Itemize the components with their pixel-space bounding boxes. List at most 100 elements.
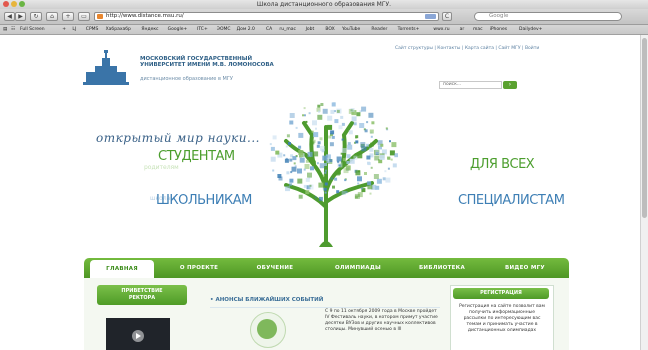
tree-leaf-square <box>364 172 367 175</box>
tree-leaf-square <box>353 122 357 126</box>
nav-item-o-proekte[interactable]: О ПРОЕКТЕ <box>162 258 236 278</box>
tree-leaf-square <box>369 147 374 152</box>
bookmark-item[interactable]: wwx.ru <box>433 25 449 34</box>
tree-leaf-square <box>382 177 386 181</box>
tree-leaf-square <box>370 142 374 147</box>
nav-item-biblioteka[interactable]: БИБЛИОТЕКА <box>402 258 482 278</box>
site-subtitle: дистанционное образование в МГУ <box>140 76 233 82</box>
tree-leaf-square <box>322 174 325 177</box>
tree-leaf-square <box>329 142 334 147</box>
tree-leaf-square <box>357 153 363 159</box>
tree-leaf-square <box>312 160 316 165</box>
link-specialistam[interactable]: СПЕЦИАЛИСТАМ <box>458 193 565 208</box>
bookmark-item[interactable]: СА <box>266 25 272 34</box>
back-button[interactable]: ◀ <box>4 12 15 21</box>
announcements-title[interactable]: • АНОНСЫ БЛИЖАЙШИХ СОБЫТИЙ <box>210 297 323 303</box>
link-studentam[interactable]: СТУДЕНТАМ <box>158 149 235 164</box>
nav-item-obuchenie[interactable]: ОБУЧЕНИЕ <box>240 258 310 278</box>
bookmark-item[interactable]: mac <box>473 25 483 34</box>
tree-leaf-square <box>341 138 344 141</box>
tree-leaf-square <box>342 158 346 162</box>
bookmark-item[interactable]: Яндекс <box>141 25 158 34</box>
msu-logo[interactable] <box>83 49 135 89</box>
address-text: http://www.distance.msu.ru/ <box>106 13 184 19</box>
reload-button[interactable]: ↻ <box>30 12 42 21</box>
tree-leaf-square <box>370 135 373 138</box>
bookmark-item[interactable]: CPMS <box>86 25 99 34</box>
tree-leaf-square <box>336 109 340 113</box>
nav-item-video-mgu[interactable]: ВИДЕО МГУ <box>486 258 564 278</box>
bookmark-item[interactable]: Jobt <box>306 25 315 34</box>
rector-video[interactable] <box>106 318 170 350</box>
bookmark-item[interactable]: YouTube <box>342 25 360 34</box>
show-all-bookmarks-icon[interactable]: ▤ <box>3 25 7 34</box>
tree-leaf-square <box>289 178 294 183</box>
bookmark-item[interactable]: ITC+ <box>197 25 208 34</box>
forward-button[interactable]: ▶ <box>15 12 26 21</box>
bookmark-item[interactable]: Хабрахабр <box>106 25 131 34</box>
rector-greeting-header[interactable]: ПРИВЕТСТВИЕ РЕКТОРА <box>97 285 187 305</box>
tree-leaf-square <box>332 185 335 189</box>
tree-leaf-square <box>305 190 310 195</box>
top-sites-icon[interactable]: ☷ <box>11 25 15 34</box>
scrollbar-thumb[interactable] <box>642 38 647 218</box>
bookmark-item[interactable]: BOX <box>325 25 334 34</box>
site-search-button[interactable]: › <box>503 81 517 89</box>
tree-leaf-square <box>364 147 367 150</box>
home-button[interactable]: ⌂ <box>46 12 58 21</box>
tree-leaf-square <box>348 130 353 135</box>
bookmark-item[interactable]: LJ <box>72 25 76 34</box>
tree-leaf-square <box>343 168 349 174</box>
link-dlya-vseh[interactable]: ДЛЯ ВСЕХ <box>470 157 535 172</box>
tree-leaf-square <box>303 184 307 188</box>
bookmarks-bar: ▤ ☷ Full Screen + LJ CPMS Хабрахабр Яндекс Goo… <box>0 25 648 35</box>
rss-icon[interactable] <box>425 14 436 19</box>
site-search-input[interactable]: поиск... <box>439 81 502 89</box>
web-page: Сайт структуры | Контакты | Карта сайта … <box>0 35 648 350</box>
address-bar[interactable]: http://www.distance.msu.ru/ <box>94 12 439 21</box>
bookmark-item[interactable]: Reader <box>371 25 387 34</box>
bookmark-item[interactable]: ar <box>460 25 465 34</box>
top-links[interactable]: Сайт структуры | Контакты | Карта сайта … <box>395 46 539 51</box>
nav-item-olimpiady[interactable]: ОЛИМПИАДЫ <box>318 258 398 278</box>
bookmark-item[interactable]: + <box>62 25 66 34</box>
tree-leaf-square <box>350 108 355 112</box>
bookmark-item[interactable]: Full Screen <box>20 25 45 34</box>
bookmark-item[interactable]: Дом 2.0 <box>237 25 255 34</box>
title-bar: Школа дистанционного образования МГУ. <box>0 0 648 9</box>
bookmark-item[interactable]: Dailydev+ <box>519 25 542 34</box>
registration-text: Регистрация на сайте позволит вам получи… <box>459 304 545 333</box>
tree-leaf-square <box>369 192 372 195</box>
tree-leaf-square <box>338 125 343 130</box>
tab-view-button[interactable]: ▭ <box>78 12 90 21</box>
search-input[interactable]: Google <box>474 12 622 21</box>
bookmark-item[interactable]: iPhones <box>490 25 508 34</box>
tree-leaf-square <box>303 168 306 171</box>
tree-leaf-square <box>361 106 367 112</box>
add-bookmark-button[interactable]: + <box>62 12 74 21</box>
play-icon[interactable] <box>132 330 144 342</box>
tree-leaf-square <box>370 166 373 169</box>
tree-leaf-square <box>298 145 302 149</box>
reload-page-button[interactable]: C <box>442 12 452 21</box>
tree-leaf-square <box>285 157 288 160</box>
slogan: открытый мир науки... <box>96 131 260 145</box>
tree-leaf-square <box>324 171 327 174</box>
bookmark-item[interactable]: ЭОМС <box>217 25 231 34</box>
tree-leaf-square <box>304 164 310 169</box>
tree-leaf-square <box>322 155 328 161</box>
tree-leaf-square <box>313 132 319 138</box>
tree-leaf-square <box>355 135 359 139</box>
link-shkolnikam[interactable]: ШКОЛЬНИКАМ <box>156 193 252 208</box>
tree-leaf-square <box>340 115 344 119</box>
browser-toolbar: ◀ ▶ ↻ ⌂ + ▭ http://www.distance.msu.ru/ … <box>0 9 648 25</box>
tree-leaf-square <box>323 187 327 191</box>
bookmark-item[interactable]: ru_mac <box>279 25 296 34</box>
bookmark-item[interactable]: Torrents+ <box>398 25 420 34</box>
tree-leaf-square <box>384 170 387 173</box>
bookmark-item[interactable]: Google+ <box>168 25 188 34</box>
registration-button[interactable]: РЕГИСТРАЦИЯ <box>453 288 549 299</box>
tree-leaf-square <box>302 114 304 117</box>
nav-item-glavnaya[interactable]: ГЛАВНАЯ <box>90 260 154 278</box>
ghost-link[interactable]: родителям <box>144 164 179 171</box>
